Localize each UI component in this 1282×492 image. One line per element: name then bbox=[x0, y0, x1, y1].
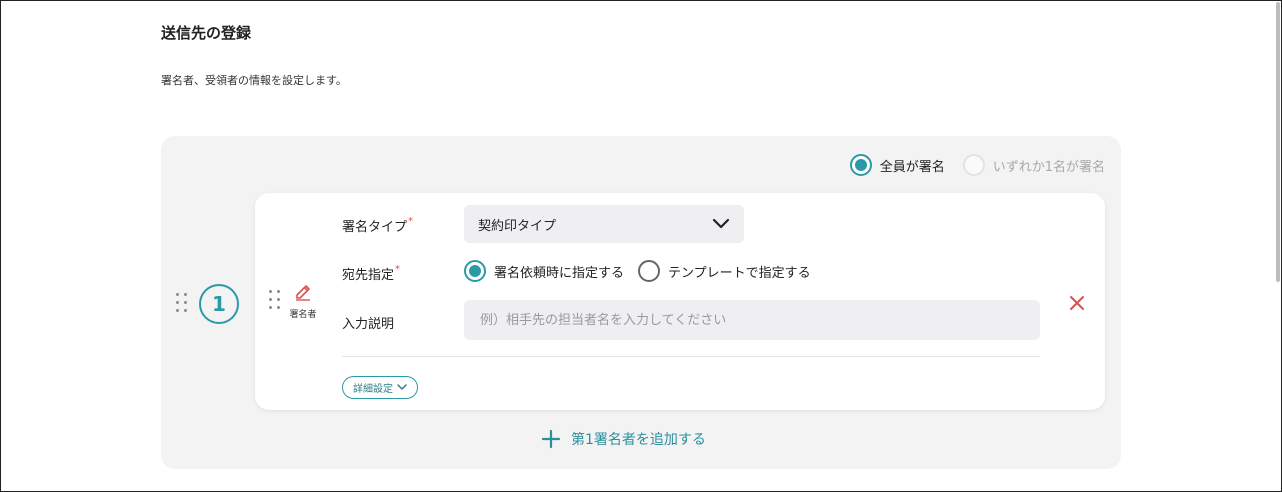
chevron-down-icon bbox=[712, 218, 730, 229]
chevron-down-icon bbox=[397, 384, 407, 390]
add-signer-label: 第1署名者を追加する bbox=[571, 432, 706, 448]
plus-icon bbox=[541, 429, 561, 449]
divider bbox=[342, 356, 1040, 357]
radio-any-one-sign-indicator bbox=[962, 154, 985, 176]
signature-type-select[interactable]: 契約印タイプ bbox=[464, 205, 744, 243]
signer-role: 署名者 bbox=[285, 281, 321, 320]
radio-specify-on-request[interactable]: 署名依頼時に指定する bbox=[464, 260, 624, 282]
required-mark: * bbox=[408, 216, 414, 227]
radio-specify-in-template[interactable]: テンプレートで指定する bbox=[638, 260, 811, 282]
scrollbar[interactable] bbox=[1276, 2, 1280, 282]
radio-specify-in-template-label: テンプレートで指定する bbox=[668, 265, 811, 281]
detail-settings-label: 詳細設定 bbox=[353, 384, 393, 395]
radio-specify-on-request-indicator[interactable] bbox=[464, 260, 486, 282]
page-description: 署名者、受領者の情報を設定します。 bbox=[161, 74, 347, 87]
radio-specify-on-request-label: 署名依頼時に指定する bbox=[494, 265, 625, 281]
detail-settings-button[interactable]: 詳細設定 bbox=[342, 376, 418, 399]
radio-specify-in-template-indicator[interactable] bbox=[638, 260, 661, 282]
signing-mode-group: 全員が署名 いずれか1名が署名 bbox=[849, 154, 1105, 176]
radio-any-one-sign: いずれか1名が署名 bbox=[962, 154, 1105, 176]
radio-all-sign[interactable]: 全員が署名 bbox=[849, 154, 945, 176]
signer-order-number: 1 bbox=[212, 292, 226, 316]
destination-label: 宛先指定* bbox=[342, 264, 401, 283]
radio-all-sign-label: 全員が署名 bbox=[879, 159, 945, 175]
card-drag-handle-icon[interactable] bbox=[269, 290, 281, 310]
add-signer-button[interactable]: 第1署名者を追加する bbox=[541, 429, 706, 449]
input-description-field[interactable] bbox=[464, 300, 1040, 340]
signer-role-label: 署名者 bbox=[289, 310, 317, 320]
close-icon bbox=[1070, 296, 1084, 310]
signature-type-label: 署名タイプ* bbox=[342, 216, 414, 235]
page-title: 送信先の登録 bbox=[161, 24, 252, 42]
signer-panel: 全員が署名 いずれか1名が署名 1 署名者 署名タイプ* 契約印タイプ 宛先指定… bbox=[161, 136, 1121, 469]
signer-card: 署名者 署名タイプ* 契約印タイプ 宛先指定* 署名依頼時に指定する テンプレー… bbox=[255, 193, 1105, 410]
drag-handle-icon[interactable] bbox=[176, 293, 188, 313]
radio-all-sign-indicator[interactable] bbox=[849, 154, 872, 176]
input-description-label: 入力説明 bbox=[342, 317, 395, 332]
signature-type-value: 契約印タイプ bbox=[478, 218, 557, 234]
radio-any-one-sign-label: いずれか1名が署名 bbox=[992, 159, 1105, 175]
required-mark: * bbox=[395, 264, 401, 275]
destination-radio-group: 署名依頼時に指定する テンプレートで指定する bbox=[464, 260, 811, 282]
remove-signer-button[interactable] bbox=[1065, 291, 1089, 315]
signer-order-badge: 1 bbox=[199, 284, 239, 324]
pen-icon bbox=[296, 285, 310, 301]
